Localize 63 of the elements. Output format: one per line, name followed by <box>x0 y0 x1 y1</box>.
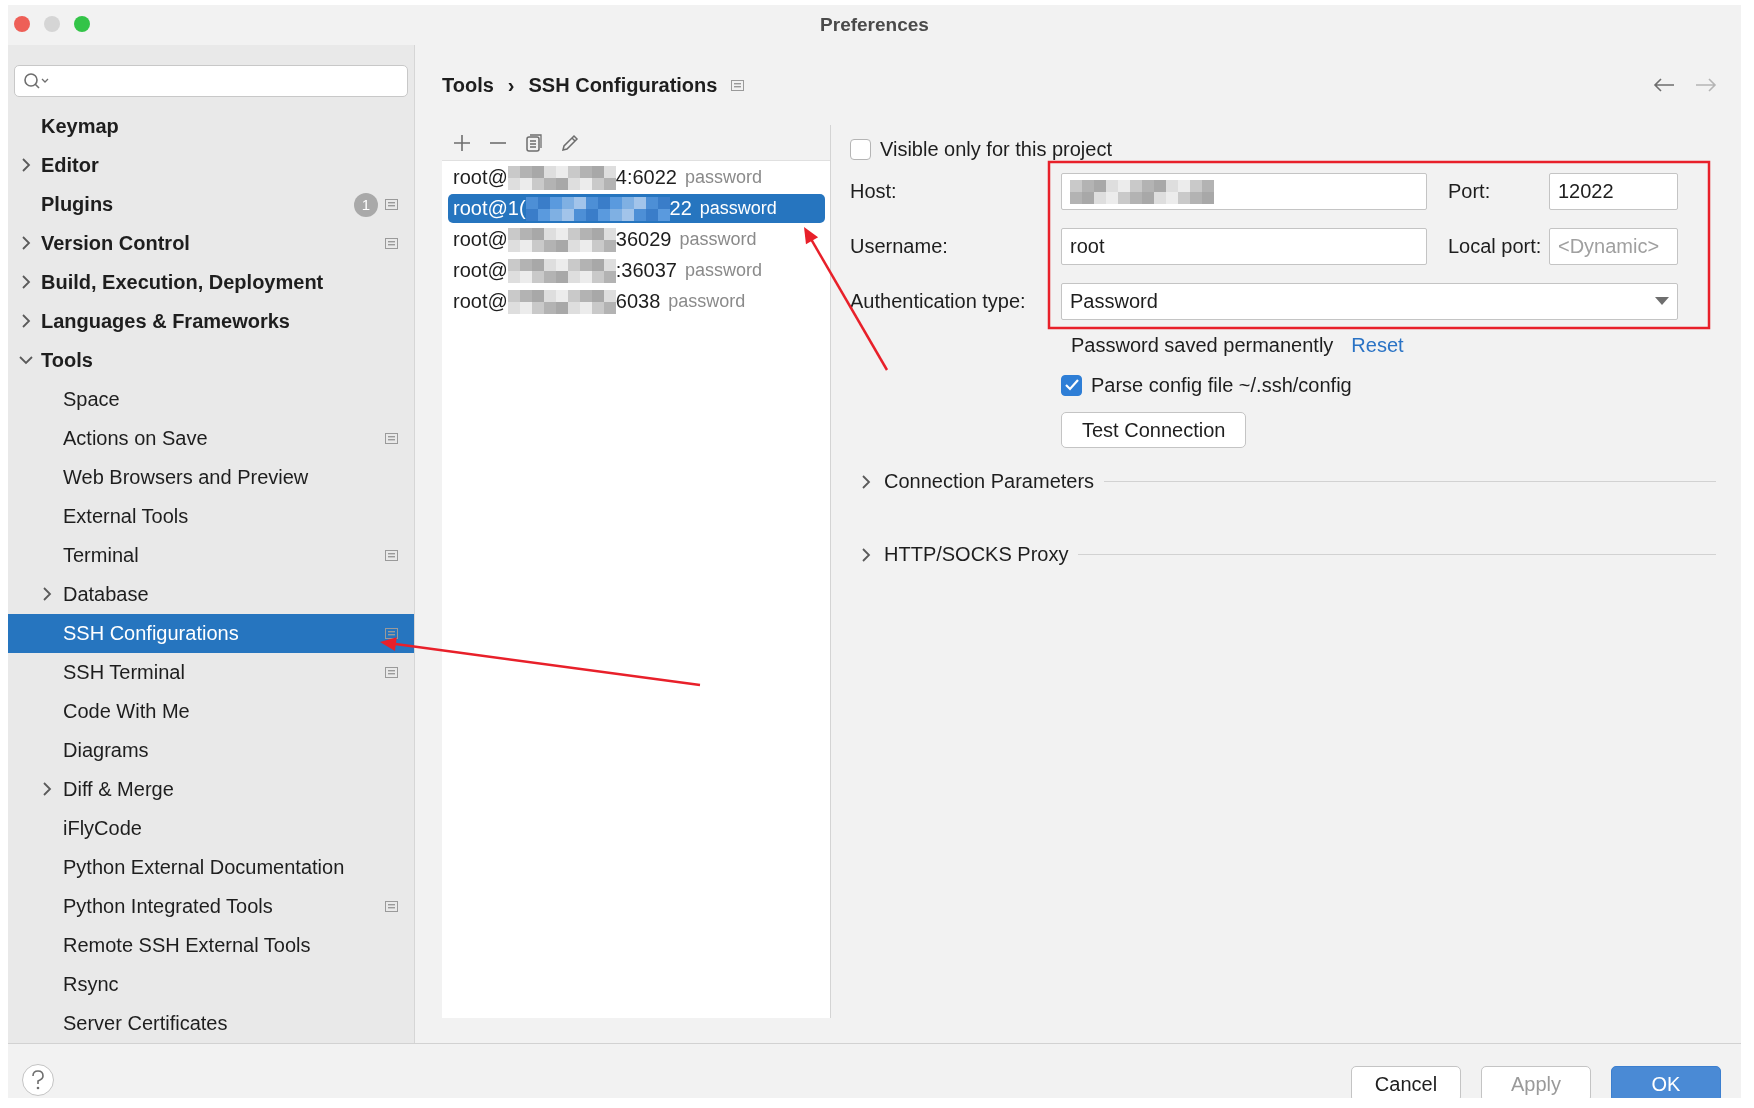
search-field[interactable] <box>14 65 408 97</box>
username-field[interactable]: root <box>1061 228 1427 265</box>
field-label: Username: <box>850 235 949 258</box>
field-label: Host: <box>850 180 898 203</box>
pencil-icon[interactable] <box>560 132 580 153</box>
dropdown-arrow-icon <box>1655 297 1669 306</box>
sidebar-item[interactable]: Remote SSH External Tools <box>8 926 414 965</box>
sidebar-item[interactable]: iFlyCode <box>8 809 414 848</box>
field-label: Authentication type: <box>850 290 1027 313</box>
field-label: Local port: <box>1448 235 1543 258</box>
sidebar-item[interactable]: Rsync <box>8 965 414 1004</box>
sidebar-item[interactable]: SSH Terminal <box>8 653 414 692</box>
sidebar-item[interactable]: Diff & Merge <box>8 770 414 809</box>
dialog-button[interactable]: OK <box>1611 1066 1721 1098</box>
port-field[interactable]: 12022 <box>1549 173 1678 210</box>
sidebar-item[interactable]: Editor <box>8 146 414 185</box>
sidebar-item[interactable]: Version Control <box>8 224 414 263</box>
sidebar-item[interactable]: Server Certificates <box>8 1004 414 1043</box>
copy-icon[interactable] <box>524 132 544 153</box>
sidebar-item[interactable]: SSH Configurations <box>8 614 414 653</box>
add-icon[interactable] <box>452 132 472 153</box>
checkbox-label: Visible only for this project <box>880 137 1112 161</box>
sidebar-item[interactable]: Terminal <box>8 536 414 575</box>
checkbox[interactable] <box>1061 374 1082 396</box>
window-title: Preferences <box>820 14 929 36</box>
breadcrumb-item: SSH Configurations <box>528 73 718 97</box>
close-button[interactable] <box>14 16 30 32</box>
section-header[interactable]: HTTP/SOCKS Proxy <box>884 543 1069 566</box>
sidebar-item[interactable]: Python Integrated Tools <box>8 887 414 926</box>
back-arrow-icon[interactable] <box>1653 78 1675 92</box>
count-badge: 1 <box>354 192 378 217</box>
authentication-dropdown[interactable]: Password <box>1061 283 1678 320</box>
sidebar-item[interactable]: Languages & Frameworks <box>8 302 414 341</box>
checkbox-label: Parse config file ~/.ssh/config <box>1091 373 1352 397</box>
password-note: Password saved permanently <box>1071 334 1334 357</box>
section-header[interactable]: Connection Parameters <box>884 470 1095 493</box>
sidebar-item[interactable]: Build, Execution, Deployment <box>8 263 414 302</box>
breadcrumb-item: Tools <box>442 73 494 97</box>
configuration-item[interactable]: root@ 36029 password <box>448 225 825 254</box>
search-icon <box>23 72 49 90</box>
reset-link[interactable]: Reset <box>1351 334 1404 357</box>
help-icon[interactable] <box>22 1064 54 1096</box>
field-label: Port: <box>1448 180 1492 203</box>
host-field[interactable] <box>1061 173 1427 210</box>
breadcrumb-separator: › <box>507 73 515 97</box>
configuration-item[interactable]: root@1( 22 password <box>448 194 825 223</box>
dialog-button[interactable]: Cancel <box>1351 1066 1461 1098</box>
sidebar-item[interactable]: Web Browsers and Preview <box>8 458 414 497</box>
checkbox[interactable] <box>850 138 871 160</box>
sidebar-item[interactable]: Diagrams <box>8 731 414 770</box>
sidebar-item[interactable]: Keymap <box>8 107 414 146</box>
test-connection-button[interactable]: Test Connection <box>1061 412 1247 448</box>
sidebar-item[interactable]: Tools <box>8 341 414 380</box>
configuration-item[interactable]: root@ 6038 password <box>448 287 825 316</box>
sidebar-item[interactable]: Database <box>8 575 414 614</box>
sidebar-item[interactable]: External Tools <box>8 497 414 536</box>
sidebar-item[interactable]: Actions on Save <box>8 419 414 458</box>
sidebar-item[interactable]: Plugins 1 <box>8 185 414 224</box>
configuration-item[interactable]: root@ 4:6022 password <box>448 163 825 192</box>
configuration-item[interactable]: root@ :36037 password <box>448 256 825 285</box>
sidebar-item[interactable]: Code With Me <box>8 692 414 731</box>
sidebar-item[interactable]: Space <box>8 380 414 419</box>
sidebar-item[interactable]: Python External Documentation <box>8 848 414 887</box>
